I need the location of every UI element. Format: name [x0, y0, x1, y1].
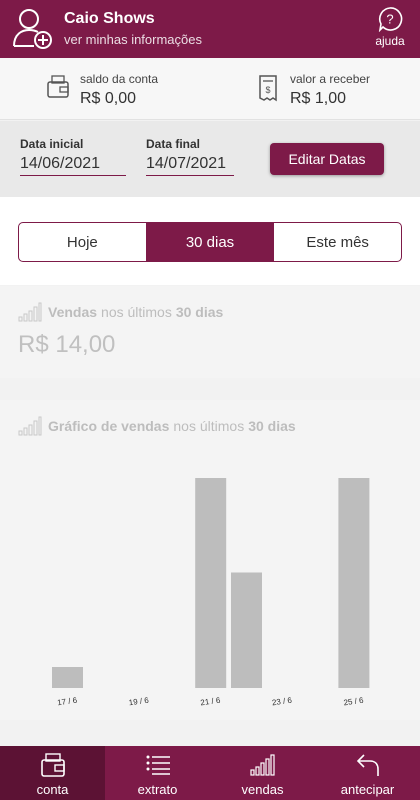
start-date-value: 14/06/2021: [20, 155, 126, 176]
sales-summary-card: Vendas nos últimos 30 dias R$ 14,00: [0, 286, 420, 378]
undo-arrow-icon: [356, 754, 379, 776]
sales-title-mid: nos últimos: [101, 304, 172, 320]
tab-extrato-label: extrato: [137, 782, 178, 797]
edit-dates-button[interactable]: Editar Datas: [270, 143, 384, 175]
svg-text:$: $: [265, 85, 270, 95]
period-selector-section: Hoje 30 dias Este mês: [0, 197, 420, 285]
wallet-icon: [47, 75, 69, 98]
tab-antecipar-label: antecipar: [340, 782, 395, 797]
tab-vendas-label: vendas: [241, 782, 284, 797]
help-label: ajuda: [375, 34, 405, 48]
user-add-icon[interactable]: [12, 6, 52, 50]
bottom-tab-bar: conta extrato vendas antecipar: [0, 746, 420, 800]
chart-tick-label: 17 / 6: [57, 696, 79, 708]
start-date-label: Data inicial: [20, 137, 84, 151]
tab-vendas[interactable]: vendas: [210, 746, 315, 800]
wallet-icon: [40, 753, 65, 777]
date-range: Data inicial 14/06/2021 Data final 14/07…: [0, 121, 420, 197]
sales-bar-chart: 17 / 6 19 / 6 21 / 6 23 / 6 25 / 6: [52, 478, 370, 708]
sales-chart-title: Gráfico de vendas nos últimos 30 dias: [18, 416, 296, 436]
app-header: Caio Shows ver minhas informações ? ajud…: [0, 0, 420, 58]
signal-bars-icon: [249, 754, 275, 776]
chart-tick-label: 21 / 6: [200, 696, 222, 708]
sales-title-period: 30 dias: [175, 304, 224, 320]
period-segmented-control: Hoje 30 dias Este mês: [18, 222, 402, 262]
chart-tick-label: 23 / 6: [271, 696, 293, 708]
list-icon: [146, 755, 170, 775]
tab-extrato[interactable]: extrato: [105, 746, 210, 800]
period-option-today[interactable]: Hoje: [19, 223, 147, 261]
tab-antecipar[interactable]: antecipar: [315, 746, 420, 800]
svg-text:?: ?: [386, 12, 393, 27]
help-icon: ?: [378, 7, 403, 32]
chart-bar-21-6: [195, 478, 227, 688]
account-balance-label: saldo da conta: [80, 72, 159, 86]
account-balance-value: R$ 0,00: [80, 90, 137, 107]
balance-bar: saldo da conta R$ 0,00 $ valor a receber…: [0, 58, 420, 120]
chart-tick-label: 19 / 6: [128, 696, 150, 708]
receipt-icon: $: [259, 75, 277, 102]
sales-total-amount: R$ 14,00: [18, 331, 116, 358]
profile-link[interactable]: ver minhas informações: [64, 32, 202, 47]
chart-bar-22-6: [231, 572, 262, 688]
user-name[interactable]: Caio Shows: [64, 10, 155, 28]
end-date-field[interactable]: Data final 14/07/2021: [146, 137, 234, 176]
receivable-label: valor a receber: [290, 72, 371, 86]
help-button[interactable]: ? ajuda: [370, 6, 410, 48]
signal-bars-icon: [18, 302, 42, 322]
chart-title-period: 30 dias: [248, 418, 296, 434]
period-option-this-month[interactable]: Este mês: [274, 223, 401, 261]
tab-conta-label: conta: [36, 782, 69, 797]
receivable-amount: R$ 1,00: [290, 90, 347, 107]
chart-title-strong: Gráfico de vendas: [48, 418, 170, 434]
signal-bars-icon: [18, 416, 42, 436]
sales-chart-card: Gráfico de vendas nos últimos 30 dias 17…: [0, 400, 420, 720]
start-date-field[interactable]: Data inicial 14/06/2021: [20, 137, 126, 176]
tab-conta[interactable]: conta: [0, 746, 105, 800]
sales-summary-title: Vendas nos últimos 30 dias: [18, 302, 223, 322]
end-date-value: 14/07/2021: [146, 155, 234, 176]
chart-title-mid: nos últimos: [173, 418, 245, 434]
chart-bar-25-6: [338, 478, 370, 688]
sales-title-strong: Vendas: [48, 304, 98, 320]
end-date-label: Data final: [146, 137, 201, 151]
chart-bar-17-6: [52, 667, 83, 688]
period-option-30-days[interactable]: 30 dias: [146, 223, 275, 261]
chart-tick-label: 25 / 6: [343, 696, 365, 708]
